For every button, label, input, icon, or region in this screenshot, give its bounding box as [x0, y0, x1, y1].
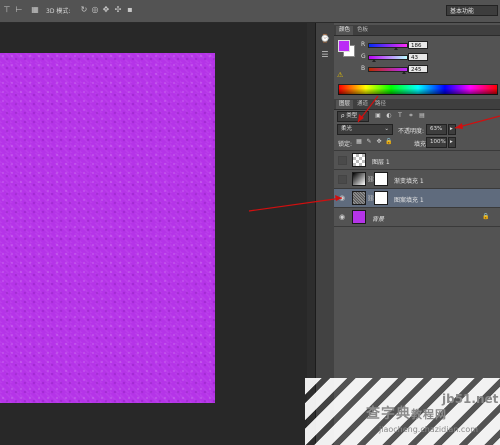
watermark-title-a: 查字典 [366, 406, 411, 422]
arrow-to-pattern-layer [248, 197, 343, 212]
foreground-color-swatch[interactable] [338, 40, 350, 52]
watermark-url: jiaocheng.chazidian.com [379, 425, 479, 434]
watermark-title: 查字典教程网 [366, 403, 447, 423]
watermark-title-b: 教程网 [411, 408, 447, 421]
arrowhead-opacity [455, 123, 463, 129]
arrowhead-pattern-layer [335, 195, 342, 201]
watermark-site: jb51.net [442, 392, 499, 406]
